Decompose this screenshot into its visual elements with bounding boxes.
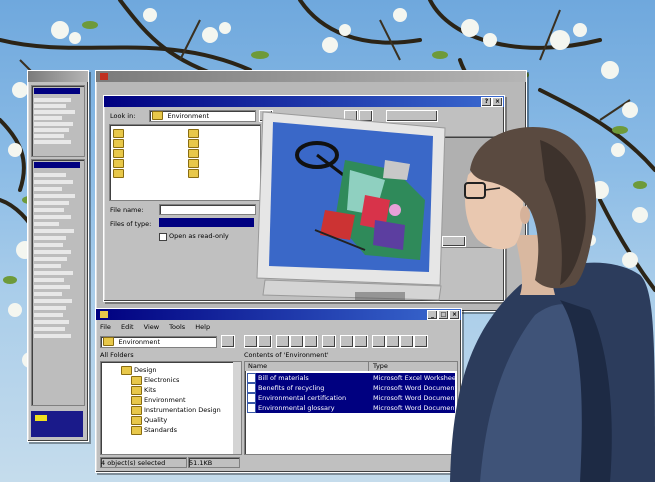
desktop-background: ? × Look in: Environment File name: File… [0,0,655,482]
person-illustration [450,126,655,482]
